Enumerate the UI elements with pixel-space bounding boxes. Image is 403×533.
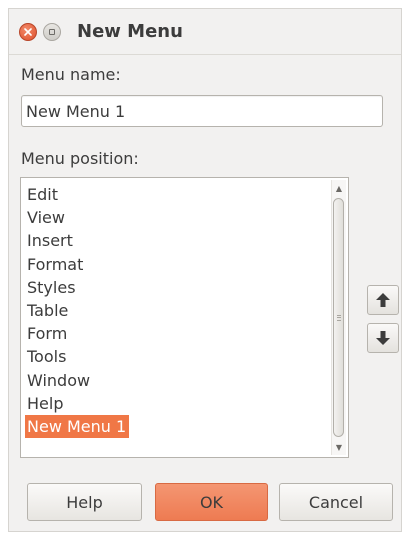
list-item[interactable]: View [25, 206, 326, 229]
menu-position-label: Menu position: [21, 149, 139, 168]
scroll-up-arrow-icon[interactable]: ▲ [332, 181, 346, 195]
list-item[interactable]: Styles [25, 276, 326, 299]
list-item[interactable]: Window [25, 369, 326, 392]
list-item-label: Window [27, 370, 91, 390]
list-item-label: Insert [27, 231, 73, 251]
move-up-button[interactable] [367, 285, 399, 315]
list-item[interactable]: Form [25, 322, 326, 345]
list-item[interactable]: Table [25, 299, 326, 322]
title-bar: New Menu [9, 9, 401, 55]
menu-position-items: Edit View Insert Format Styles Table Form Tools… [25, 183, 326, 439]
dialog-title: New Menu [77, 21, 183, 42]
menu-name-input[interactable] [21, 95, 383, 127]
menu-name-label: Menu name: [21, 65, 121, 84]
window-restore-button[interactable] [43, 22, 61, 41]
help-button[interactable]: Help [27, 483, 142, 521]
list-item-label: Form [27, 324, 68, 344]
list-scrollbar[interactable]: ▲ ▼ [331, 180, 346, 455]
list-item[interactable]: Tools [25, 345, 326, 368]
scrollbar-thumb[interactable] [333, 198, 344, 437]
list-item-label: Tools [27, 347, 67, 367]
close-icon [24, 27, 32, 36]
list-item[interactable]: Edit [25, 183, 326, 206]
scroll-down-arrow-icon[interactable]: ▼ [332, 440, 346, 454]
list-item[interactable]: Help [25, 392, 326, 415]
list-item[interactable]: New Menu 1 [25, 415, 326, 439]
ok-button[interactable]: OK [155, 483, 268, 521]
grip-icon [337, 314, 341, 321]
list-item-selected-label: New Menu 1 [25, 415, 130, 439]
list-item[interactable]: Insert [25, 229, 326, 252]
cancel-button[interactable]: Cancel [279, 483, 393, 521]
list-item-label: Format [27, 254, 84, 274]
move-down-button[interactable] [367, 323, 399, 353]
list-item-label: Styles [27, 277, 76, 297]
arrow-down-icon [376, 331, 390, 345]
new-menu-dialog: New Menu Menu name: Menu position: Edit V… [8, 8, 402, 532]
menu-position-list[interactable]: Edit View Insert Format Styles Table Form Tools… [20, 177, 349, 458]
list-item-label: View [27, 208, 65, 228]
list-item[interactable]: Format [25, 253, 326, 276]
window-close-button[interactable] [19, 22, 37, 41]
list-item-label: Table [27, 301, 69, 321]
list-item-label: Edit [27, 185, 58, 204]
list-item-label: Help [27, 393, 64, 413]
restore-icon [49, 28, 55, 35]
arrow-up-icon [376, 293, 390, 307]
